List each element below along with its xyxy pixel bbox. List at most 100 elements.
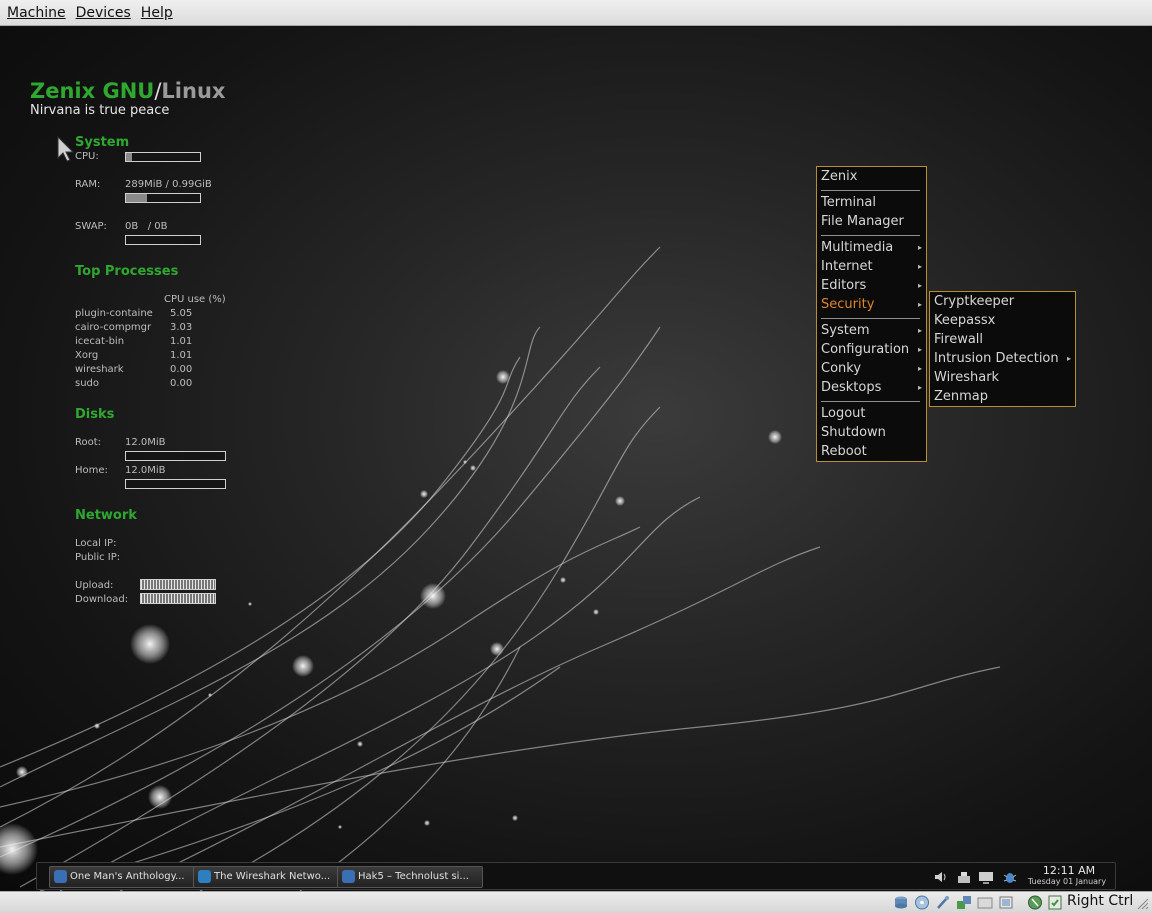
menu-item-shutdown[interactable]: Shutdown — [821, 424, 922, 442]
menu-machine[interactable]: Machine — [2, 5, 71, 21]
home-bar — [125, 479, 226, 489]
menu-separator — [821, 401, 920, 402]
menu-item-internet[interactable]: Internet ▸ — [821, 258, 922, 276]
menu-item-reboot[interactable]: Reboot — [821, 443, 922, 461]
swap-bar — [125, 235, 201, 245]
menu-item-label: File Manager — [821, 214, 904, 229]
mouse-integration-icon[interactable] — [1047, 895, 1063, 910]
task-label: One Man's Anthology... — [70, 871, 185, 882]
menu-item-intrusion-detection[interactable]: Intrusion Detection ▸ — [934, 350, 1071, 368]
menu-item-firewall[interactable]: Firewall — [934, 331, 1071, 349]
ram-value: 289MiB / 0.99GiB — [125, 179, 212, 190]
submenu-arrow-icon: ▸ — [917, 345, 922, 354]
bug-tray-icon[interactable] — [1002, 869, 1018, 885]
volume-icon[interactable] — [933, 869, 949, 885]
public-ip-label: Public IP: — [75, 552, 121, 563]
menu-devices[interactable]: Devices — [71, 5, 136, 21]
process-name: icecat-bin — [75, 336, 125, 347]
network-heading: Network — [75, 508, 137, 523]
swap-value: 0B / 0B — [125, 221, 168, 232]
task-label: Hak5 – Technolust si... — [358, 871, 469, 882]
menu-separator — [821, 318, 920, 319]
network-adapter-icon[interactable] — [956, 895, 972, 910]
menu-item-keepassx[interactable]: Keepassx — [934, 312, 1071, 330]
browser-icon — [54, 870, 67, 883]
home-value: 12.0MiB — [125, 465, 166, 476]
menu-item-conky[interactable]: Conky ▸ — [821, 360, 922, 378]
menu-item-label: Security — [821, 297, 875, 312]
menu-item-label: Keepassx — [934, 313, 996, 328]
cpu-label: CPU: — [75, 151, 99, 162]
task-button[interactable]: Hak5 – Technolust si... — [337, 866, 483, 888]
menu-item-desktops[interactable]: Desktops ▸ — [821, 379, 922, 397]
menu-item-label: Intrusion Detection — [934, 351, 1059, 366]
menu-item-terminal[interactable]: Terminal — [821, 194, 922, 212]
menu-item-zenix[interactable]: Zenix — [821, 168, 922, 186]
submenu-arrow-icon: ▸ — [917, 281, 922, 290]
download-label: Download: — [75, 594, 129, 605]
home-label: Home: — [75, 465, 108, 476]
menu-item-label: Editors — [821, 278, 867, 293]
menu-help[interactable]: Help — [136, 5, 178, 21]
hard-disk-icon[interactable] — [893, 895, 909, 910]
menu-item-file-manager[interactable]: File Manager — [821, 213, 922, 231]
taskbar: One Man's Anthology... The Wireshark Net… — [36, 862, 1116, 890]
menu-item-wireshark[interactable]: Wireshark — [934, 369, 1071, 387]
brand-main: Zenix GNU — [30, 79, 155, 103]
menu-item-cryptkeeper[interactable]: Cryptkeeper — [934, 293, 1071, 311]
menu-item-security[interactable]: Security ▸ — [821, 296, 922, 314]
security-submenu: Cryptkeeper Keepassx Firewall Intrusion … — [929, 291, 1076, 407]
menu-item-label: Desktops — [821, 380, 882, 395]
submenu-arrow-icon: ▸ — [917, 364, 922, 373]
capture-icon[interactable] — [998, 895, 1014, 910]
submenu-arrow-icon: ▸ — [1066, 354, 1071, 363]
process-cpu: 0.00 — [170, 378, 193, 389]
menu-item-editors[interactable]: Editors ▸ — [821, 277, 922, 295]
wireshark-icon — [198, 870, 211, 883]
task-button[interactable]: The Wireshark Netwo... — [193, 866, 339, 888]
menu-item-system[interactable]: System ▸ — [821, 322, 922, 340]
display-tray-icon[interactable] — [978, 869, 994, 885]
process-name: Xorg — [75, 350, 99, 361]
ram-bar-fill — [126, 194, 147, 202]
menu-item-label: Zenmap — [934, 389, 989, 404]
clock-time[interactable]: 12:11 AM — [1039, 864, 1099, 877]
upload-graph — [140, 579, 216, 590]
process-cpu: 3.03 — [170, 322, 193, 333]
optical-drive-icon[interactable] — [914, 895, 930, 910]
root-menu: Zenix Terminal File Manager Multimedia ▸ … — [816, 166, 927, 462]
desktop[interactable]: Zenix GNU/Linux Nirvana is true peace Sy… — [0, 27, 1152, 891]
shared-folder-icon[interactable] — [977, 895, 993, 910]
task-label: The Wireshark Netwo... — [214, 871, 331, 882]
menu-item-label: Internet — [821, 259, 873, 274]
menu-item-label: Configuration — [821, 342, 910, 357]
top-processes-heading: Top Processes — [75, 264, 179, 279]
menu-separator — [821, 235, 920, 236]
menu-help-label: Help — [140, 4, 173, 21]
process-cpu: 1.01 — [170, 336, 193, 347]
virtualization-icon[interactable] — [1027, 895, 1043, 910]
menu-item-label: Terminal — [821, 195, 876, 210]
usb-icon[interactable] — [935, 895, 951, 910]
task-button[interactable]: One Man's Anthology... — [49, 866, 195, 888]
submenu-arrow-icon: ▸ — [917, 243, 922, 252]
menu-item-configuration[interactable]: Configuration ▸ — [821, 341, 922, 359]
network-tray-icon[interactable] — [956, 869, 972, 885]
menu-item-label: Reboot — [821, 444, 867, 459]
menu-item-label: Cryptkeeper — [934, 294, 1015, 309]
process-name: cairo-compmgr — [75, 322, 152, 333]
download-graph — [140, 593, 216, 604]
menu-devices-label: Devices — [75, 4, 131, 21]
menu-item-label: Wireshark — [934, 370, 1000, 385]
cpu-use-header: CPU use (%) — [164, 294, 226, 305]
resize-grip-icon[interactable] — [1137, 898, 1149, 910]
menu-item-logout[interactable]: Logout — [821, 405, 922, 423]
process-cpu: 1.01 — [170, 350, 193, 361]
menu-item-zenmap[interactable]: Zenmap — [934, 388, 1071, 406]
disks-heading: Disks — [75, 407, 115, 422]
menu-item-label: System — [821, 323, 870, 338]
swap-label: SWAP: — [75, 221, 107, 232]
menu-item-multimedia[interactable]: Multimedia ▸ — [821, 239, 922, 257]
cpu-bar — [125, 152, 201, 162]
menu-machine-label: Machine — [7, 4, 66, 21]
